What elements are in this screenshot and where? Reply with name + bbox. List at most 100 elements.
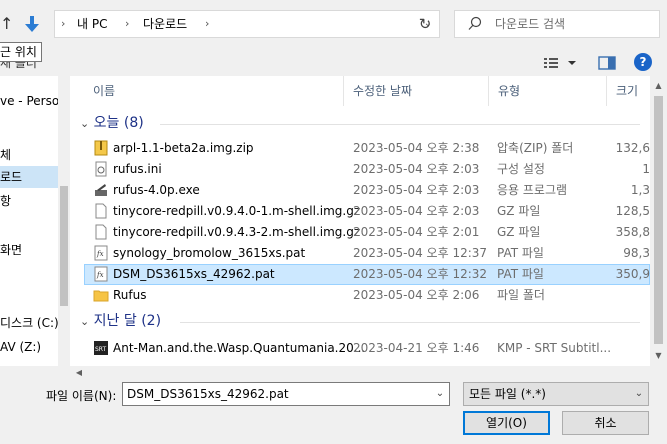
scroll-thumb[interactable]	[654, 96, 663, 344]
file-date: 2023-05-04 오후 2:03	[353, 183, 480, 197]
chevron-down-icon[interactable]: ⌄	[630, 383, 648, 405]
file-name: synology_bromolow_3615xs.pat	[113, 246, 306, 260]
list-item[interactable]: tinycore-redpill.v0.9.4.0-1.m-shell.img.…	[84, 201, 650, 222]
column-type-header[interactable]: 유형	[498, 76, 520, 106]
file-size: 98,3	[623, 246, 650, 260]
svg-text:fx: fx	[96, 250, 104, 258]
breadcrumb-this-pc[interactable]: 내 PC	[77, 11, 107, 37]
file-size: 1,3	[630, 183, 650, 197]
download-arrow-icon	[24, 14, 40, 34]
file-name: rufus-4.0p.exe	[113, 183, 200, 197]
nav-item-local-disk[interactable]: 디스크 (C:)	[0, 312, 59, 334]
list-item[interactable]: SRT Ant-Man.and.the.Wasp.Quantumania.20.…	[84, 338, 650, 359]
file-type: 압축(ZIP) 폴더	[497, 141, 574, 155]
file-name: Rufus	[113, 288, 147, 302]
file-name: tinycore-redpill.v0.9.4.3-2.m-shell.img.…	[113, 225, 361, 239]
scroll-left-icon[interactable]: ◀	[72, 367, 86, 379]
file-icon	[93, 203, 109, 219]
file-name: tinycore-redpill.v0.9.4.0-1.m-shell.img.…	[113, 204, 361, 218]
nav-item-nas-drive[interactable]: AV (Z:)	[0, 336, 58, 358]
file-size	[604, 338, 650, 359]
nav-item-desktop[interactable]: 화면	[0, 239, 58, 261]
recent-locations-tooltip: 근 위치	[0, 42, 42, 62]
address-box[interactable]: › 내 PC › 다운로드 › ⌄	[54, 10, 440, 38]
nav-item-3d[interactable]: 체	[0, 144, 58, 166]
chevron-down-icon: ⌄	[80, 117, 90, 130]
file-date: 2023-05-04 오후 2:03	[353, 162, 480, 176]
file-type: PAT 파일	[497, 267, 544, 281]
preview-pane-icon[interactable]	[596, 52, 618, 74]
file-date: 2023-05-04 오후 2:06	[353, 288, 480, 302]
svg-text:fx: fx	[96, 271, 104, 279]
file-type: 응용 프로그램	[497, 183, 568, 197]
chevron-right-icon[interactable]: ›	[125, 11, 129, 37]
breadcrumb-downloads[interactable]: 다운로드	[143, 11, 187, 37]
chevron-right-icon[interactable]: ›	[61, 11, 65, 37]
list-item[interactable]: tinycore-redpill.v0.9.4.3-2.m-shell.img.…	[84, 222, 650, 243]
scroll-up-icon[interactable]: ▲	[650, 80, 667, 92]
change-view-button[interactable]	[542, 52, 584, 74]
file-type: PAT 파일	[497, 246, 544, 260]
column-divider[interactable]	[343, 76, 344, 106]
file-list-scrollbar[interactable]: ▲ ▼	[650, 76, 667, 366]
group-label: 오늘 (8)	[93, 115, 144, 131]
nav-item-downloads[interactable]: 로드	[0, 166, 58, 188]
file-name: DSM_DS3615xs_42962.pat	[113, 267, 275, 281]
nav-item-music[interactable]: 항	[0, 190, 58, 212]
search-icon	[467, 16, 483, 32]
group-header-today[interactable]: ⌄ 오늘 (8)	[80, 112, 144, 134]
file-name: rufus.ini	[113, 162, 162, 176]
list-item-selected[interactable]: fx DSM_DS3615xs_42962.pat 2023-05-04 오후 …	[84, 264, 650, 285]
file-list: 이름 수정한 날짜 ⌃ 유형 크기 ⌄ 오늘 (8) arpl-1.1-beta…	[70, 76, 650, 366]
file-size: 358,8	[615, 225, 650, 239]
nav-item-onedrive[interactable]: ve - Person	[0, 90, 67, 112]
nav-scroll-thumb[interactable]	[60, 186, 68, 306]
file-date: 2023-05-04 오후 2:38	[353, 141, 480, 155]
refresh-icon[interactable]: ↻	[412, 14, 438, 34]
group-header-last-month[interactable]: ⌄ 지난 달 (2)	[80, 310, 161, 332]
nav-scrollbar[interactable]	[58, 76, 70, 366]
column-size-header[interactable]: 크기	[616, 76, 638, 106]
file-size: 350,9	[615, 267, 650, 281]
help-icon[interactable]: ?	[634, 53, 652, 71]
file-type: KMP - SRT Subtitl...	[497, 341, 612, 355]
file-size: 132,6	[615, 141, 650, 155]
chevron-right-icon[interactable]: ›	[205, 11, 209, 37]
file-date: 2023-04-21 오후 1:46	[353, 341, 480, 355]
list-item[interactable]: rufus-4.0p.exe 2023-05-04 오후 2:03 응용 프로그…	[84, 180, 650, 201]
chevron-down-icon: ⌄	[80, 315, 90, 328]
scroll-down-icon[interactable]: ▼	[650, 350, 667, 362]
list-item[interactable]: Rufus 2023-05-04 오후 2:06 파일 폴더	[84, 285, 650, 306]
filename-input[interactable]: DSM_DS3615xs_42962.pat ⌄	[122, 382, 450, 406]
file-size	[604, 285, 650, 306]
file-type: 파일 폴더	[497, 288, 545, 302]
group-label: 지난 달 (2)	[93, 313, 162, 329]
column-divider[interactable]	[606, 76, 607, 106]
column-date-header[interactable]: 수정한 날짜	[353, 76, 412, 106]
horizontal-scrollbar[interactable]: ◀	[0, 366, 667, 380]
folder-icon	[93, 287, 109, 303]
list-item[interactable]: rufus.ini 2023-05-04 오후 2:03 구성 설정 1	[84, 159, 650, 180]
search-input[interactable]: 다운로드 검색	[454, 10, 660, 38]
file-icon	[93, 224, 109, 240]
file-size: 128,5	[615, 204, 650, 218]
open-button[interactable]: 열기(O)	[463, 411, 550, 435]
list-item[interactable]: arpl-1.1-beta2a.img.zip 2023-05-04 오후 2:…	[84, 138, 650, 159]
column-divider[interactable]	[488, 76, 489, 106]
file-type: 구성 설정	[497, 162, 545, 176]
chevron-down-icon[interactable]: ⌄	[431, 383, 449, 405]
list-item[interactable]: fx synology_bromolow_3615xs.pat 2023-05-…	[84, 243, 650, 264]
exe-icon	[93, 182, 109, 198]
up-arrow-icon[interactable]: ↑	[0, 14, 14, 34]
group-divider	[180, 322, 640, 323]
cancel-button[interactable]: 취소	[562, 411, 649, 435]
file-name: Ant-Man.and.the.Wasp.Quantumania.20...	[113, 341, 366, 355]
file-date: 2023-05-04 오후 12:37	[353, 246, 488, 260]
file-type: GZ 파일	[497, 204, 541, 218]
ini-file-icon	[93, 161, 109, 177]
address-bar-row: ↑ › 내 PC › 다운로드 › ⌄ ↻ 다운로드 검색	[0, 0, 667, 48]
column-name-header[interactable]: 이름	[93, 76, 115, 106]
sort-caret-icon: ⌃	[412, 76, 420, 82]
filetype-select[interactable]: 모든 파일 (*.*) ⌄	[463, 382, 649, 406]
file-date: 2023-05-04 오후 12:32	[353, 267, 488, 281]
